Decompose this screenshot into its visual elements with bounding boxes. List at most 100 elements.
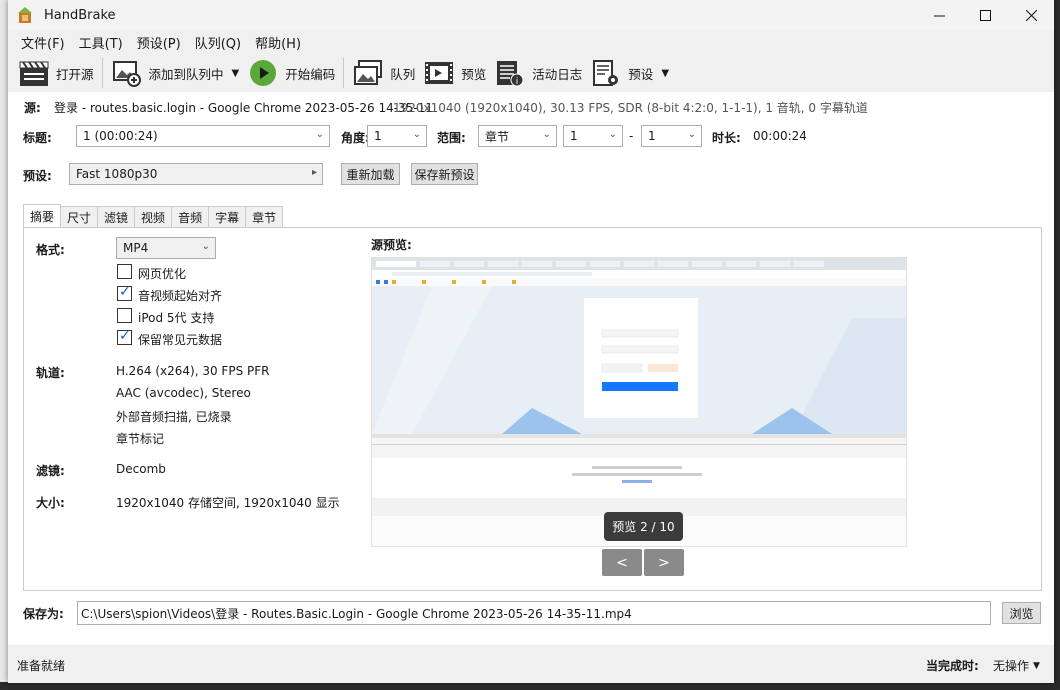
track-subtitle-scan: 外部音频扫描, 已烧录: [116, 410, 232, 424]
main-content: 源: 登录 - routes.basic.login - Google Chro…: [8, 92, 1054, 683]
filters-value: Decomb: [116, 462, 166, 476]
presets-button[interactable]: 预设 ▼: [586, 56, 673, 90]
preview-counter: 预览 2 / 10: [604, 512, 683, 541]
source-info: 1920x1040 (1920x1040), 30.13 FPS, SDR (8…: [393, 101, 868, 115]
toolbar-separator: [101, 58, 103, 88]
status-bar: 准备就绪 当完成时: 无操作 ▼: [8, 645, 1054, 683]
menu-presets[interactable]: 预设(P): [130, 33, 188, 52]
window-title: HandBrake: [44, 7, 116, 23]
tab-video[interactable]: 视频: [134, 206, 173, 227]
when-done-dropdown[interactable]: 无操作 ▼: [993, 657, 1040, 674]
angle-select-value: 1: [374, 129, 382, 143]
queue-label: 队列: [390, 66, 416, 82]
tab-subtitles[interactable]: 字幕: [208, 206, 247, 227]
minimize-icon: [933, 15, 945, 16]
range-separator: -: [629, 129, 634, 143]
save-as-label: 保存为:: [23, 607, 64, 621]
queue-icon: [352, 58, 384, 88]
save-new-preset-button[interactable]: 保存新预设: [411, 163, 478, 185]
title-select[interactable]: 1 (00:00:24) ⌄: [76, 125, 330, 147]
chevron-down-icon: ⌄: [608, 129, 617, 140]
when-done-value: 无操作: [993, 659, 1030, 673]
close-icon: [1025, 9, 1037, 21]
range-type-select[interactable]: 章节 ⌄: [478, 125, 557, 147]
maximize-button[interactable]: [962, 0, 1008, 30]
size-label: 大小:: [36, 496, 65, 510]
activity-log-button[interactable]: i 活动日志: [490, 56, 586, 90]
chevron-down-icon[interactable]: ▼: [661, 68, 669, 79]
svg-text:i: i: [516, 77, 519, 87]
chevron-down-icon[interactable]: ▼: [232, 68, 240, 79]
play-icon: [247, 58, 279, 88]
preset-select-value: Fast 1080p30: [76, 167, 158, 181]
angle-label: 角度:: [341, 131, 370, 145]
status-text: 准备就绪: [17, 659, 66, 673]
toolbar-separator: [343, 58, 345, 88]
title-bar: HandBrake: [8, 0, 1054, 30]
settings-tabs: 摘要 尺寸 滤镜 视频 音频 字幕 章节: [23, 204, 284, 227]
track-chapters: 章节标记: [116, 432, 165, 446]
preset-label: 预设:: [23, 169, 52, 183]
angle-select[interactable]: 1 ⌄: [367, 125, 427, 147]
source-preview-image: [371, 257, 907, 547]
web-optimize-label: 网页优化: [138, 267, 187, 281]
minimize-button[interactable]: [916, 0, 962, 30]
keep-metadata-label: 保留常见元数据: [138, 333, 223, 347]
presets-gear-icon: [590, 58, 622, 88]
duration-value: 00:00:24: [753, 129, 807, 143]
ipod-support-label: iPod 5代 支持: [138, 311, 215, 325]
close-button[interactable]: [1008, 0, 1054, 30]
preview-button[interactable]: 预览: [419, 56, 490, 90]
add-to-queue-button[interactable]: 添加到队列中 ▼: [107, 56, 244, 90]
ipod-support-checkbox[interactable]: [117, 308, 132, 323]
clapperboard-icon: [18, 58, 50, 88]
preset-select[interactable]: Fast 1080p30 ▸: [69, 163, 323, 185]
range-end-select[interactable]: 1 ⌄: [641, 125, 702, 147]
browse-button[interactable]: 浏览: [1002, 602, 1041, 624]
tab-audio[interactable]: 音频: [171, 206, 210, 227]
reload-preset-button[interactable]: 重新加载: [341, 163, 400, 185]
queue-button[interactable]: 队列: [348, 56, 419, 90]
menu-help[interactable]: 帮助(H): [248, 33, 308, 52]
range-start-select[interactable]: 1 ⌄: [563, 125, 623, 147]
checkmark-icon: ✓: [119, 328, 131, 344]
source-name: 登录 - routes.basic.login - Google Chrome …: [54, 101, 433, 115]
preview-next-button[interactable]: >: [644, 549, 684, 576]
handbrake-window: HandBrake 文件(F) 工具(T) 预设(P) 队列(Q) 帮助(H) …: [8, 0, 1054, 683]
film-icon: [423, 58, 455, 88]
align-av-start-label: 音视频起始对齐: [138, 289, 223, 303]
track-video: H.264 (x264), 30 FPS PFR: [116, 364, 270, 378]
chevron-down-icon: ⌄: [315, 129, 324, 140]
menu-file[interactable]: 文件(F): [14, 33, 72, 52]
when-done-label: 当完成时:: [926, 659, 979, 673]
preview-prev-button[interactable]: <: [602, 549, 642, 576]
tab-summary[interactable]: 摘要: [23, 204, 62, 227]
format-select[interactable]: MP4 ⌄: [116, 237, 216, 259]
keep-metadata-checkbox[interactable]: ✓: [117, 328, 132, 345]
size-value: 1920x1040 存储空间, 1920x1040 显示: [116, 496, 340, 510]
range-end-value: 1: [648, 129, 656, 143]
align-av-start-checkbox[interactable]: ✓: [117, 284, 132, 301]
menu-queue[interactable]: 队列(Q): [188, 33, 248, 52]
track-audio: AAC (avcodec), Stereo: [116, 386, 251, 400]
maximize-icon: [979, 9, 991, 21]
background-taskbar-edge: [0, 682, 1060, 690]
open-source-button[interactable]: 打开源: [14, 56, 98, 90]
save-path-input[interactable]: C:\Users\spion\Videos\登录 - Routes.Basic.…: [77, 601, 991, 625]
range-label: 范围:: [437, 131, 466, 145]
tab-chapters[interactable]: 章节: [245, 206, 284, 227]
add-to-queue-label: 添加到队列中: [148, 66, 224, 82]
tab-filters[interactable]: 滤镜: [97, 206, 136, 227]
title-select-value: 1 (00:00:24): [83, 129, 158, 143]
duration-label: 时长:: [712, 131, 741, 145]
open-source-label: 打开源: [56, 66, 94, 82]
handbrake-app-icon: [18, 7, 32, 23]
start-encode-button[interactable]: 开始编码: [243, 56, 339, 90]
tab-dimensions[interactable]: 尺寸: [60, 206, 99, 227]
menu-tools[interactable]: 工具(T): [72, 33, 130, 52]
source-label: 源:: [24, 101, 41, 115]
chevron-down-icon: ▼: [1033, 660, 1040, 671]
format-select-value: MP4: [123, 241, 149, 255]
title-label: 标题:: [23, 131, 52, 145]
web-optimize-checkbox[interactable]: [117, 264, 132, 279]
